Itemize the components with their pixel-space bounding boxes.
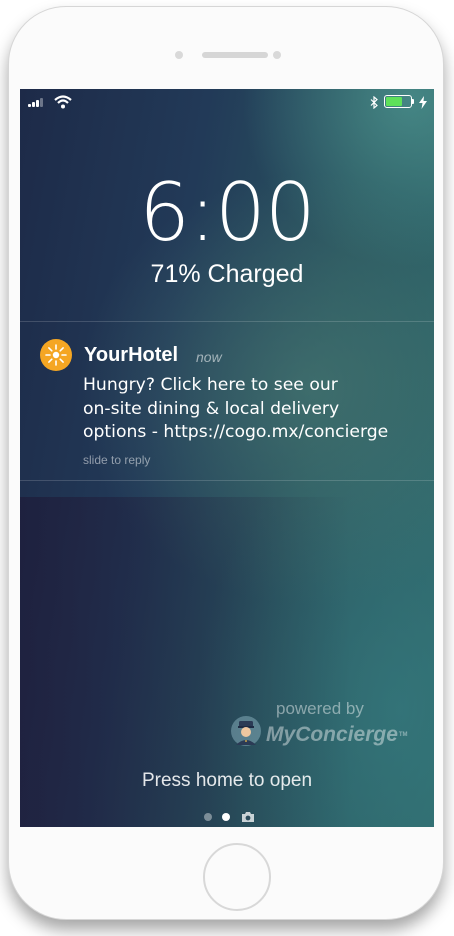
press-home-hint: Press home to open xyxy=(141,770,313,791)
bellhop-icon xyxy=(231,716,261,746)
battery-level xyxy=(386,97,403,106)
battery-nub xyxy=(412,99,414,104)
myconcierge-logo: MyConciergeTM xyxy=(266,723,408,747)
logo-trademark: TM xyxy=(398,732,408,738)
notification-message: Hungry? Click here to see our on-site di… xyxy=(83,374,429,445)
home-button[interactable] xyxy=(203,843,271,911)
status-bar xyxy=(20,89,434,115)
bluetooth-icon xyxy=(370,96,378,109)
page-dot-active[interactable] xyxy=(222,813,230,821)
notification-line: Hungry? Click here to see our xyxy=(83,375,338,395)
lock-screen: 6:00 71% Charged YourHotel now Hungry? C… xyxy=(20,89,434,827)
hotel-notification[interactable]: YourHotel now Hungry? Click here to see … xyxy=(20,321,434,481)
notification-line: on-site dining & local delivery xyxy=(83,398,340,419)
camera-icon[interactable] xyxy=(241,811,255,823)
sunburst-icon xyxy=(40,339,72,371)
notification-time: now xyxy=(196,349,222,365)
notification-app-name: YourHotel xyxy=(84,344,179,366)
lock-clock: 6:00 xyxy=(139,166,316,259)
lightning-icon xyxy=(419,96,427,109)
earpiece-speaker xyxy=(202,52,268,58)
signal-bars-icon xyxy=(28,97,50,107)
notification-line: options - https://cogo.mx/concierge xyxy=(83,422,389,442)
battery-icon xyxy=(384,95,412,108)
logo-my: My xyxy=(266,723,296,746)
logo-concierge: Concierge xyxy=(295,723,398,746)
page-indicator xyxy=(204,811,264,823)
front-camera xyxy=(273,51,281,59)
slide-to-reply-hint: slide to reply xyxy=(83,453,151,467)
powered-by-label: powered by xyxy=(276,699,364,718)
battery-charge-status: 71% Charged xyxy=(150,260,304,288)
page-dot[interactable] xyxy=(204,813,212,821)
wifi-icon xyxy=(54,95,72,109)
front-sensor xyxy=(175,51,183,59)
